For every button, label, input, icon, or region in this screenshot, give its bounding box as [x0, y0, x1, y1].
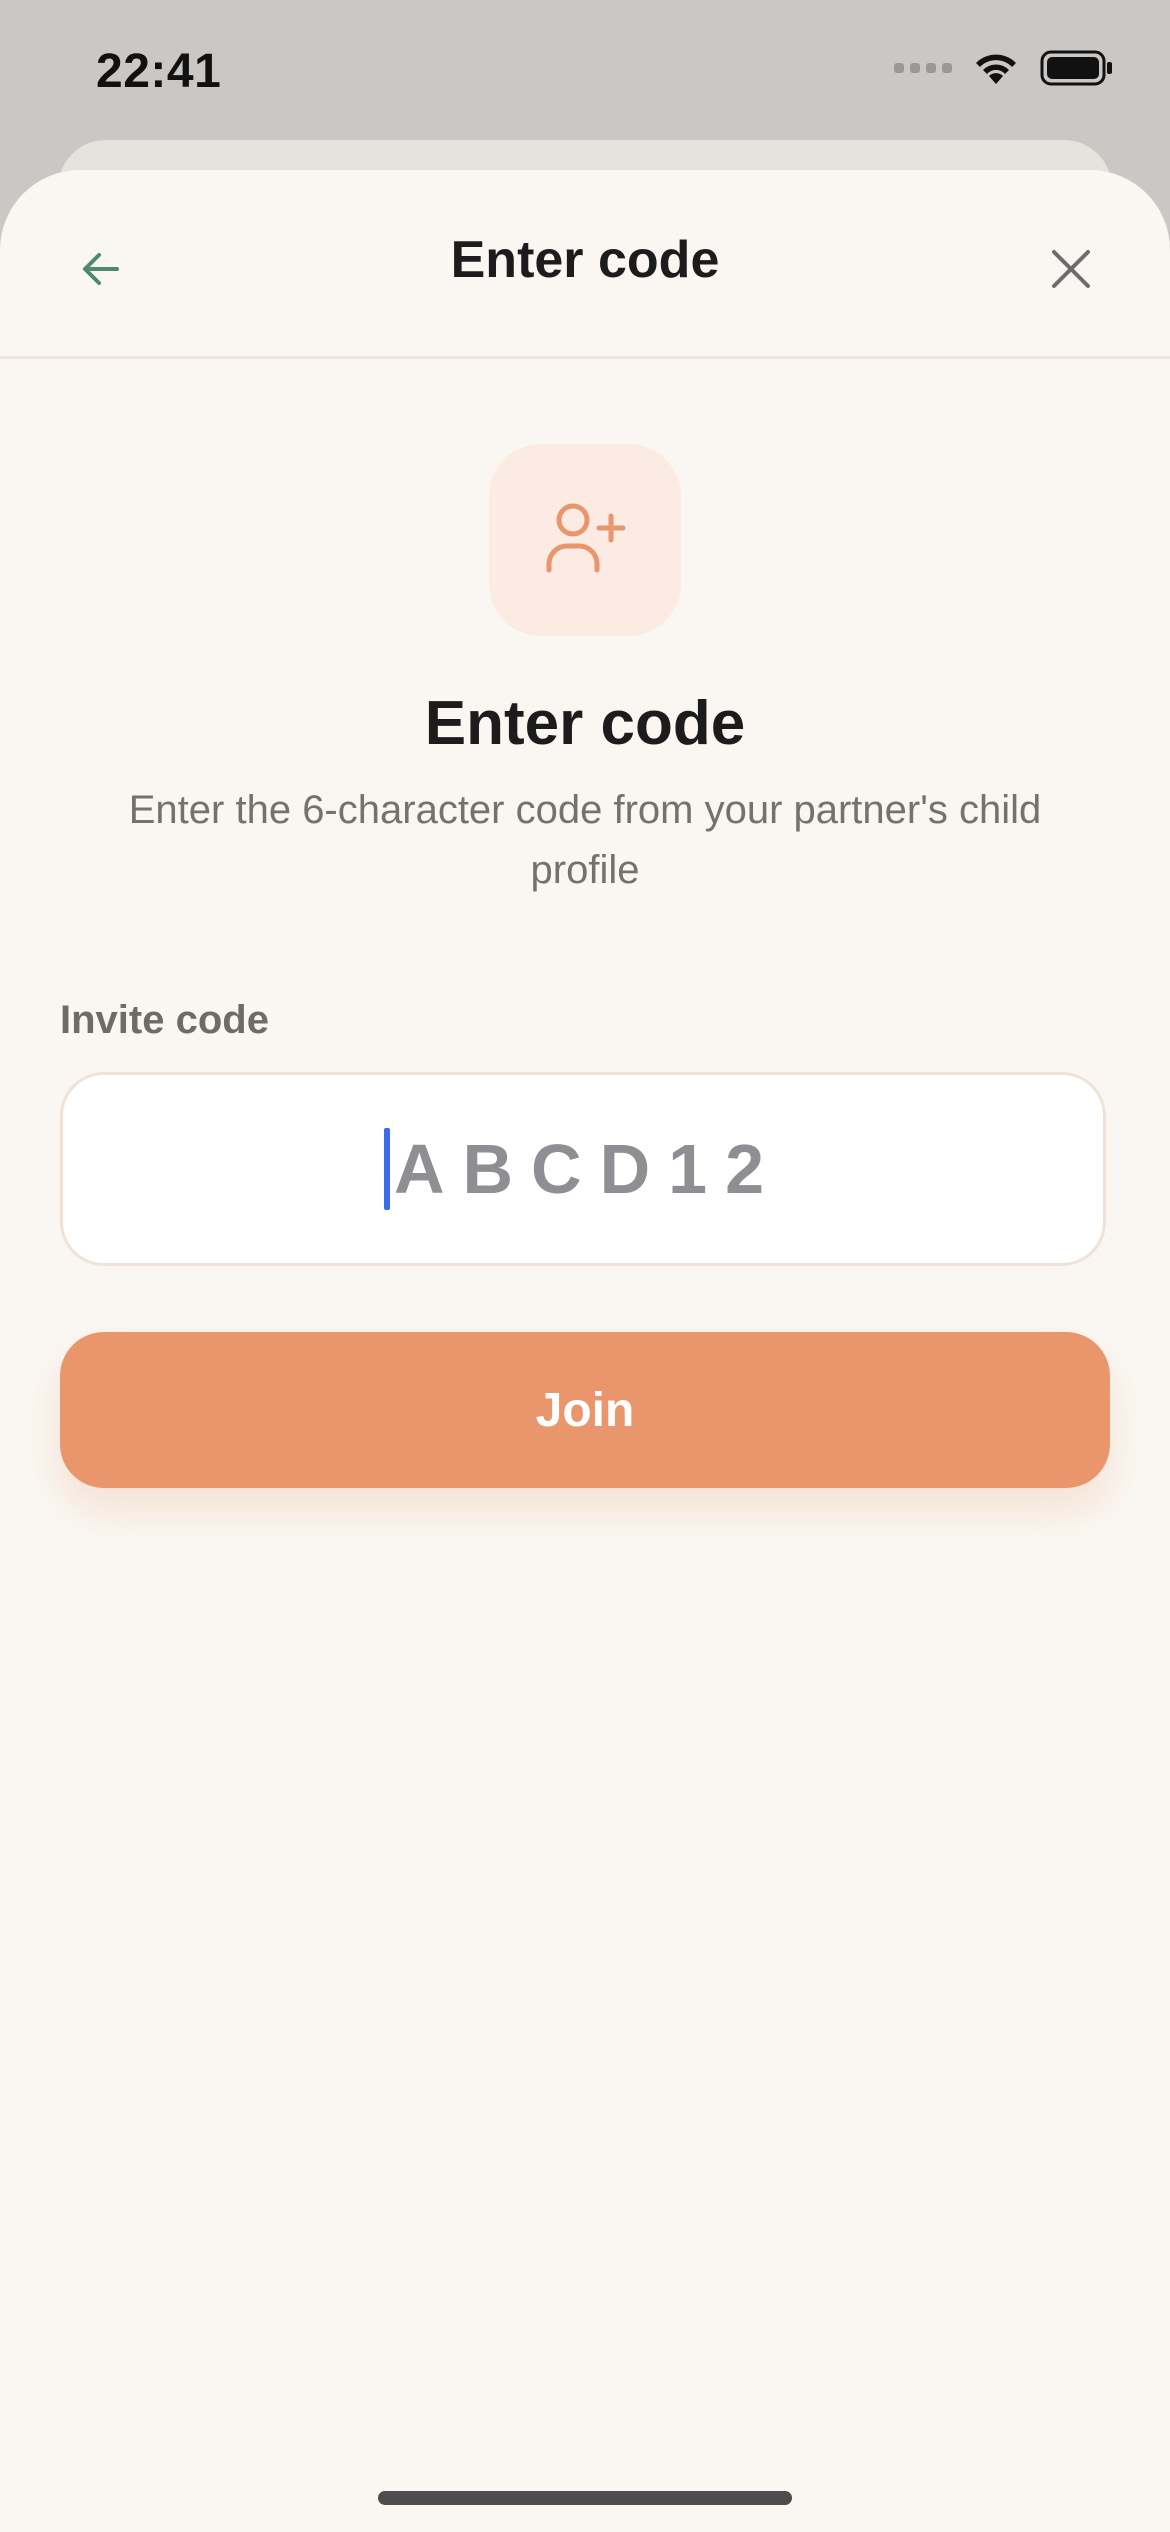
- page-heading: Enter code: [424, 689, 746, 758]
- close-button[interactable]: [1028, 226, 1114, 312]
- hero-icon-container: [489, 444, 681, 636]
- invite-code-placeholder: ABCD12: [393, 1130, 783, 1208]
- nav-bar: Enter code: [0, 170, 1170, 359]
- join-button[interactable]: Join: [60, 1332, 1110, 1488]
- user-plus-icon: [546, 503, 626, 573]
- invite-code-label: Invite code: [60, 998, 269, 1042]
- home-indicator: [378, 2491, 792, 2505]
- status-bar: 22:41: [0, 0, 1170, 140]
- join-button-label: Join: [535, 1383, 635, 1437]
- battery-icon: [1040, 50, 1112, 86]
- status-icons: [894, 50, 1114, 86]
- text-caret: [383, 1128, 390, 1210]
- page-subtitle: Enter the 6-character code from your par…: [128, 788, 1042, 892]
- wifi-icon: [976, 54, 1016, 84]
- close-icon: [1052, 250, 1090, 288]
- cellular-signal-icon: [894, 63, 952, 73]
- invite-code-input[interactable]: ABCD12: [60, 1072, 1106, 1266]
- status-time: 22:41: [96, 45, 222, 98]
- nav-title: Enter code: [450, 231, 720, 289]
- modal-sheet: Enter code Enter code Enter the 6-charac…: [0, 170, 1170, 2532]
